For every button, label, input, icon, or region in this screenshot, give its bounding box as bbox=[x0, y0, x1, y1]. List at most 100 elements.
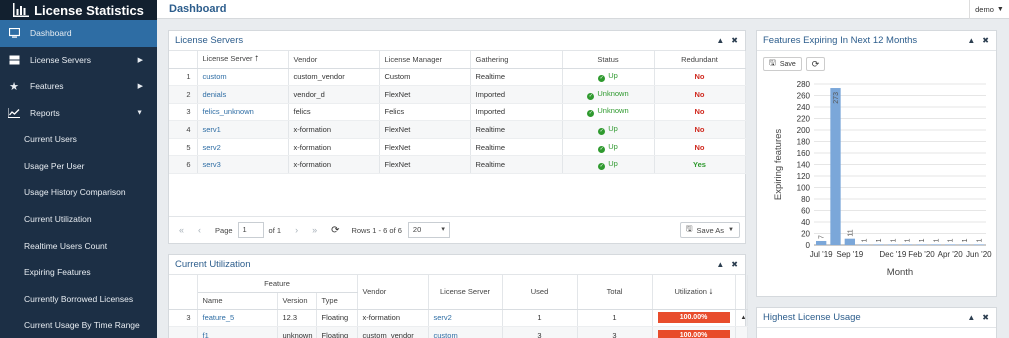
sidebar-subitem-label: Usage Per User bbox=[24, 160, 85, 171]
user-menu[interactable]: demo ▼ bbox=[969, 0, 1009, 19]
sidebar-subitem-label: Currently Borrowed Licenses bbox=[24, 293, 134, 304]
close-icon[interactable]: ✖ bbox=[731, 36, 738, 45]
sidebar-item-reports[interactable]: Reports ▼ bbox=[0, 100, 157, 127]
table-row[interactable]: 3 feature_5 12.3 Floating x-formation se… bbox=[169, 309, 748, 328]
status-cell: ✓ Up bbox=[562, 120, 655, 139]
server-link[interactable]: custom bbox=[428, 326, 503, 338]
collapse-icon[interactable]: ▲ bbox=[716, 260, 724, 269]
table-row[interactable]: 1 custom custom_vendor Custom Realtime ✓… bbox=[169, 68, 746, 87]
sidebar-subitem-borrowed-licenses[interactable]: Currently Borrowed Licenses bbox=[0, 286, 157, 313]
scrollbar-track[interactable] bbox=[735, 326, 748, 338]
refresh-icon[interactable]: ⟳ bbox=[331, 225, 339, 236]
bar bbox=[916, 244, 927, 245]
table-row[interactable]: 3 felics_unknown felics Felics Imported … bbox=[169, 103, 746, 122]
column-header-vendor[interactable]: Vendor bbox=[357, 275, 429, 310]
y-tick-label: 180 bbox=[797, 138, 811, 147]
server-link[interactable]: denials bbox=[197, 85, 289, 104]
table-row[interactable]: f1 unknown Floating custom_vendor custom… bbox=[169, 326, 748, 338]
server-link[interactable]: serv3 bbox=[197, 155, 289, 175]
sidebar-subitem-usage-history-comparison[interactable]: Usage History Comparison bbox=[0, 179, 157, 206]
sidebar-subitem-current-utilization[interactable]: Current Utilization bbox=[0, 206, 157, 233]
page-number-input[interactable]: 1 bbox=[237, 222, 264, 238]
table-row[interactable]: 5 serv2 x-formation FlexNet Realtime ✓ Up… bbox=[169, 138, 746, 157]
collapse-icon[interactable]: ▲ bbox=[716, 36, 724, 45]
feature-link[interactable]: feature_5 bbox=[197, 309, 278, 328]
status-text: Up bbox=[608, 159, 618, 169]
sidebar-item-features[interactable]: ★ Features ▶ bbox=[0, 73, 157, 100]
x-tick-label: Dec '19 bbox=[879, 250, 906, 259]
y-tick-label: 100 bbox=[797, 184, 811, 193]
column-header-version[interactable]: Version bbox=[277, 292, 317, 310]
highest-usage-panel: Highest License Usage ▲ ✖ bbox=[756, 307, 997, 338]
sidebar-item-license-servers[interactable]: License Servers ▶ bbox=[0, 47, 157, 74]
sort-desc-icon: ⭣ bbox=[709, 286, 713, 296]
column-header-total[interactable]: Total bbox=[577, 275, 653, 310]
close-icon[interactable]: ✖ bbox=[731, 260, 738, 269]
x-tick-label: Jun '20 bbox=[966, 250, 992, 259]
close-icon[interactable]: ✖ bbox=[982, 36, 989, 45]
column-header-used[interactable]: Used bbox=[502, 275, 578, 310]
column-header-gathering[interactable]: Gathering bbox=[470, 51, 563, 69]
floppy-disk-icon: 🖫 bbox=[685, 224, 693, 233]
y-axis-title: Expiring features bbox=[773, 129, 784, 201]
row-index: 2 bbox=[169, 85, 198, 104]
bar bbox=[844, 238, 855, 245]
last-page-icon[interactable]: » bbox=[312, 225, 317, 235]
collapse-icon[interactable]: ▲ bbox=[967, 36, 975, 45]
y-tick-label: 280 bbox=[797, 80, 811, 89]
app-brand[interactable]: License Statistics bbox=[0, 0, 157, 20]
server-link[interactable]: custom bbox=[197, 68, 289, 87]
column-group-feature: Feature bbox=[197, 275, 358, 293]
table-row[interactable]: 2 denials vendor_d FlexNet Imported ✓ Unk… bbox=[169, 85, 746, 104]
row-index bbox=[169, 326, 198, 338]
collapse-icon[interactable]: ▲ bbox=[967, 313, 975, 322]
sidebar-subitem-usage-by-time-range[interactable]: Current Usage By Time Range bbox=[0, 312, 157, 338]
column-header-license-server[interactable]: License Server ⭡ bbox=[197, 51, 289, 69]
scroll-up-icon[interactable]: ▲ bbox=[735, 309, 748, 328]
sidebar-subitem-realtime-users-count[interactable]: Realtime Users Count bbox=[0, 232, 157, 259]
close-icon[interactable]: ✖ bbox=[982, 313, 989, 322]
column-header-type[interactable]: Type bbox=[316, 292, 358, 310]
column-header-name[interactable]: Name bbox=[197, 292, 278, 310]
caret-down-icon: ▼ bbox=[728, 227, 734, 233]
table-row[interactable]: 6 serv3 x-formation FlexNet Realtime ✓ Up… bbox=[169, 155, 746, 175]
sidebar-subitem-current-users[interactable]: Current Users bbox=[0, 126, 157, 153]
star-icon: ★ bbox=[9, 80, 19, 93]
table-row[interactable]: 4 serv1 x-formation FlexNet Realtime ✓ Up… bbox=[169, 120, 746, 139]
next-page-icon[interactable]: › bbox=[295, 225, 298, 235]
row-index: 3 bbox=[169, 103, 198, 122]
first-page-icon[interactable]: « bbox=[179, 225, 184, 235]
server-link[interactable]: felics_unknown bbox=[197, 103, 289, 122]
bar-value-label: 1 bbox=[933, 238, 940, 242]
prev-page-icon[interactable]: ‹ bbox=[198, 225, 201, 235]
save-as-button[interactable]: 🖫 Save As ▼ bbox=[679, 222, 740, 238]
column-header-license-manager[interactable]: License Manager bbox=[379, 51, 471, 69]
chart-refresh-button[interactable]: ⟳ bbox=[805, 57, 826, 71]
page-size-select[interactable]: 20 bbox=[407, 222, 450, 238]
column-header-status[interactable]: Status bbox=[562, 51, 655, 69]
total-cell: 3 bbox=[577, 326, 653, 338]
check-circle-icon: ✓ bbox=[598, 163, 606, 171]
x-axis-title: Month bbox=[887, 267, 913, 278]
server-link[interactable]: serv1 bbox=[197, 120, 289, 139]
column-header-utilization[interactable]: Utilization ⭣ bbox=[652, 275, 736, 310]
utilization-bar: 100.00% bbox=[657, 329, 730, 338]
status-cell: ✓ Up bbox=[562, 155, 655, 175]
sidebar-subitem-expiring-features[interactable]: Expiring Features bbox=[0, 259, 157, 286]
column-header-vendor[interactable]: Vendor bbox=[288, 51, 380, 69]
gathering-cell: Realtime bbox=[470, 68, 563, 87]
column-header-license-server[interactable]: License Server bbox=[428, 275, 503, 310]
panel-title: Features Expiring In Next 12 Months bbox=[763, 35, 918, 46]
column-header-redundant[interactable]: Redundant bbox=[654, 51, 746, 69]
feature-link[interactable]: f1 bbox=[197, 326, 278, 338]
server-link[interactable]: serv2 bbox=[197, 138, 289, 157]
gathering-cell: Realtime bbox=[470, 138, 563, 157]
bar-value-label: 1 bbox=[905, 238, 912, 242]
sidebar-subitem-usage-per-user[interactable]: Usage Per User bbox=[0, 153, 157, 180]
sidebar-item-label: Features bbox=[30, 81, 64, 92]
server-link[interactable]: serv2 bbox=[428, 309, 503, 328]
bar-value-label: 1 bbox=[976, 238, 983, 242]
sidebar-item-dashboard[interactable]: Dashboard bbox=[0, 20, 157, 47]
chart-save-button[interactable]: 🖫 Save bbox=[763, 57, 802, 71]
current-utilization-table: Feature Vendor License Server Used Total… bbox=[169, 275, 748, 338]
